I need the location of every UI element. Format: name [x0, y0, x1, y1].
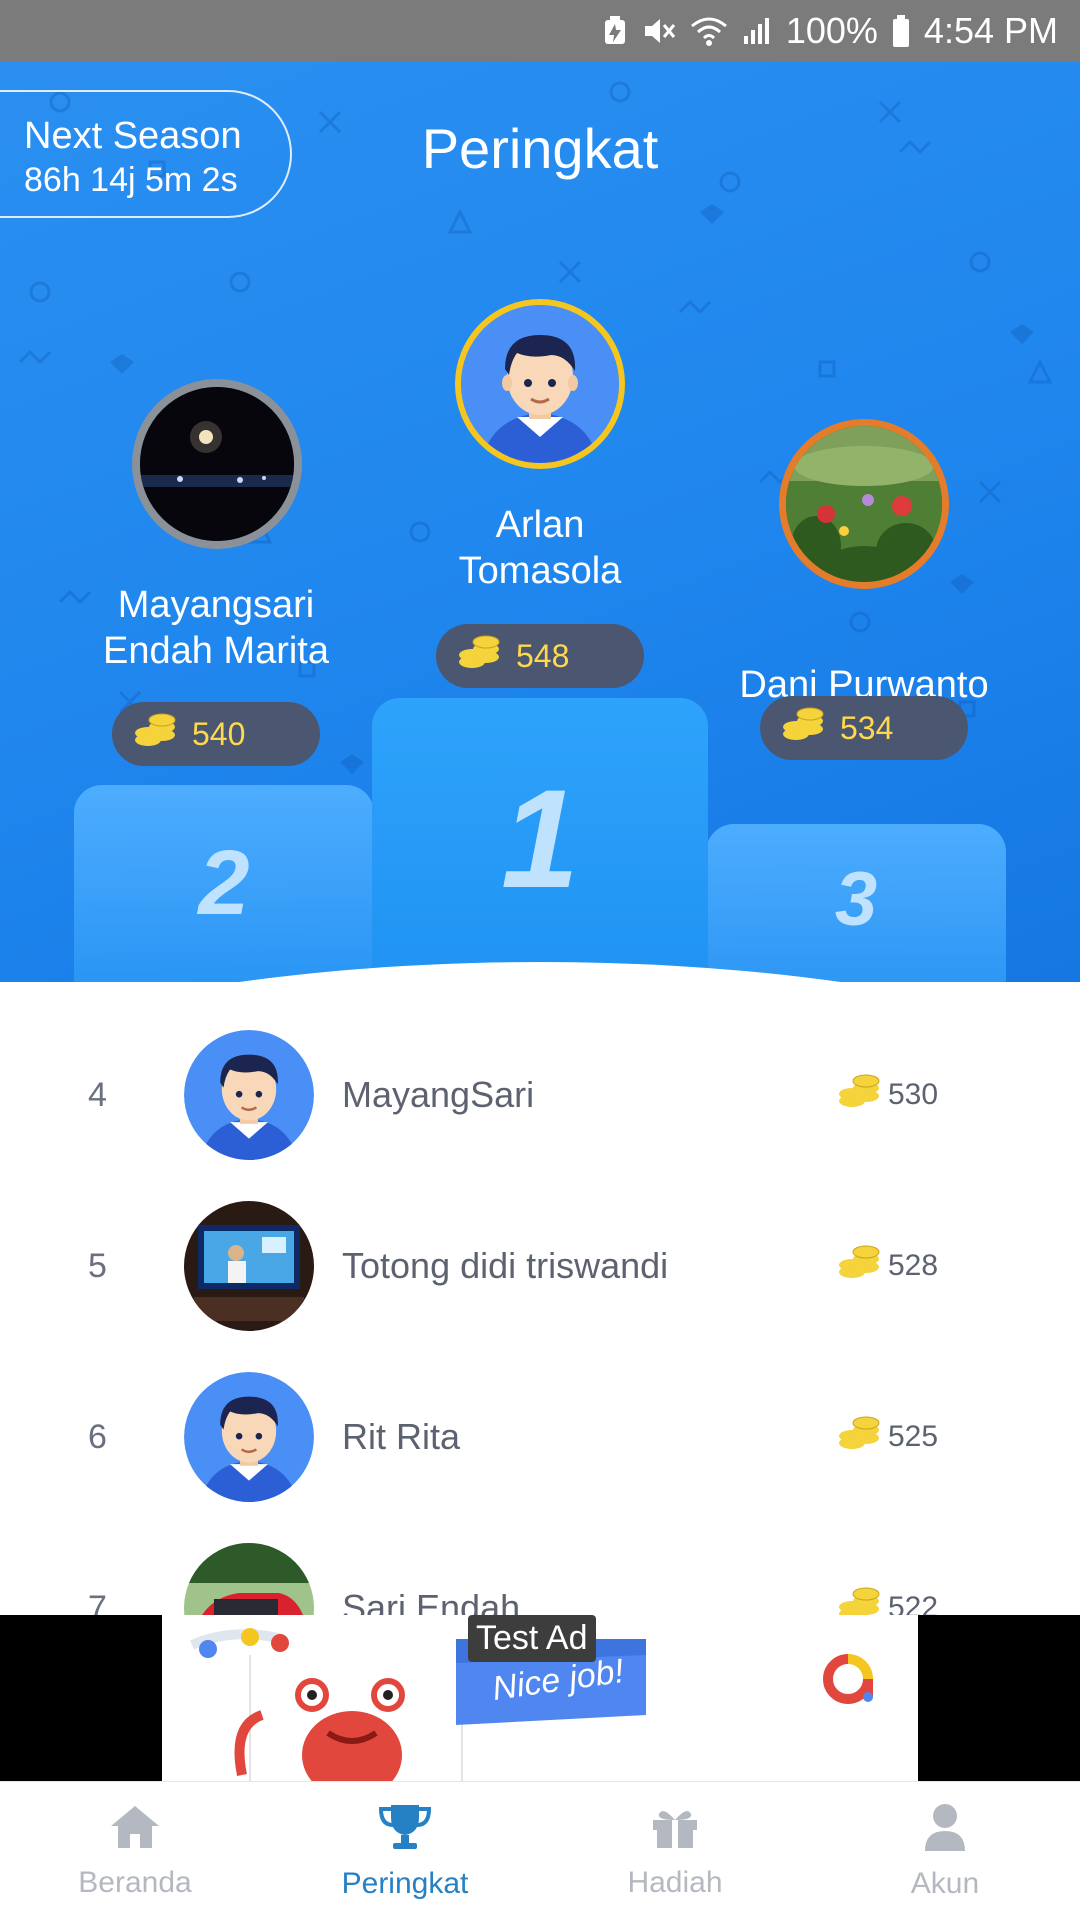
- coins-icon: [458, 635, 500, 677]
- score-value: 548: [516, 637, 570, 674]
- score-value: 534: [840, 709, 894, 746]
- avatar: [184, 1201, 314, 1331]
- rank-number: 4: [88, 1075, 107, 1114]
- nav-hadiah[interactable]: Hadiah: [540, 1782, 810, 1921]
- page-title: Peringkat: [421, 117, 659, 180]
- podium-block-1: 1: [372, 698, 708, 982]
- rank-number: 6: [88, 1417, 107, 1456]
- battery-percent: 100%: [785, 10, 878, 51]
- coins-icon: [838, 1245, 880, 1287]
- player-name: Totong didi triswandi: [342, 1245, 669, 1286]
- home-icon: [109, 1804, 161, 1858]
- user-icon: [923, 1803, 967, 1859]
- clock: 4:54 PM: [923, 10, 1058, 51]
- avatar-rank-1[interactable]: [455, 299, 625, 469]
- score-pill-rank-1: 548: [436, 624, 644, 688]
- player-score: 525: [838, 1416, 938, 1458]
- avatar: [184, 1372, 314, 1502]
- avatar-rank-2[interactable]: [132, 379, 302, 549]
- player-name: MayangSari: [342, 1074, 535, 1115]
- mute-icon: [642, 16, 676, 46]
- player-name: Rit Rita: [342, 1416, 461, 1457]
- leaderboard-row[interactable]: 4 MayangSari 530: [0, 1020, 1080, 1170]
- score-value: 540: [192, 715, 246, 752]
- coins-icon: [838, 1074, 880, 1116]
- podium-block-2: 2: [74, 785, 374, 982]
- nav-label: Peringkat: [341, 1866, 469, 1900]
- leaderboard-row[interactable]: 6 Rit Rita 525: [0, 1362, 1080, 1512]
- ad-logo-icon: [822, 1653, 874, 1705]
- coins-icon: [134, 713, 176, 755]
- signal-icon: [742, 16, 772, 46]
- podium-rank-3: 3: [834, 857, 878, 942]
- trophy-icon: [378, 1803, 432, 1859]
- nav-label: Hadiah: [627, 1865, 723, 1899]
- battery-saver-icon: [602, 16, 628, 46]
- avatar: [184, 1030, 314, 1160]
- score-pill-rank-2: 540: [112, 702, 320, 766]
- wifi-icon: [690, 16, 728, 46]
- avatar-rank-3[interactable]: [779, 419, 949, 589]
- podium-rank-1: 1: [501, 760, 579, 917]
- winner-name-rank-2: Mayangsari Endah Marita: [102, 584, 329, 672]
- score-pill-rank-3: 534: [760, 696, 968, 760]
- nav-label: Beranda: [78, 1865, 192, 1899]
- player-score: 530: [838, 1074, 938, 1116]
- nav-beranda[interactable]: Beranda: [0, 1782, 270, 1921]
- winner-name-rank-1: Arlan Tomasola: [458, 504, 622, 592]
- leaderboard-row[interactable]: 5 Totong didi triswandi 528: [0, 1191, 1080, 1341]
- battery-icon: [892, 15, 910, 47]
- nav-peringkat[interactable]: Peringkat: [270, 1782, 540, 1921]
- gift-icon: [649, 1804, 701, 1858]
- rank-number: 5: [88, 1246, 107, 1285]
- bottom-navigation: Beranda Peringkat Hadiah Akun: [0, 1781, 1080, 1921]
- nav-akun[interactable]: Akun: [810, 1782, 1080, 1921]
- ranking-hero: Next Season 86h 14j 5m 2s Peringkat 2 3 …: [0, 62, 1080, 982]
- test-ad-label: Test Ad: [468, 1615, 596, 1662]
- podium-rank-2: 2: [198, 832, 250, 934]
- nav-label: Akun: [910, 1866, 980, 1900]
- podium-block-3: 3: [706, 824, 1006, 982]
- status-bar: 100% 4:54 PM: [0, 0, 1080, 62]
- coins-icon: [838, 1416, 880, 1458]
- player-score: 528: [838, 1245, 938, 1287]
- coins-icon: [782, 707, 824, 749]
